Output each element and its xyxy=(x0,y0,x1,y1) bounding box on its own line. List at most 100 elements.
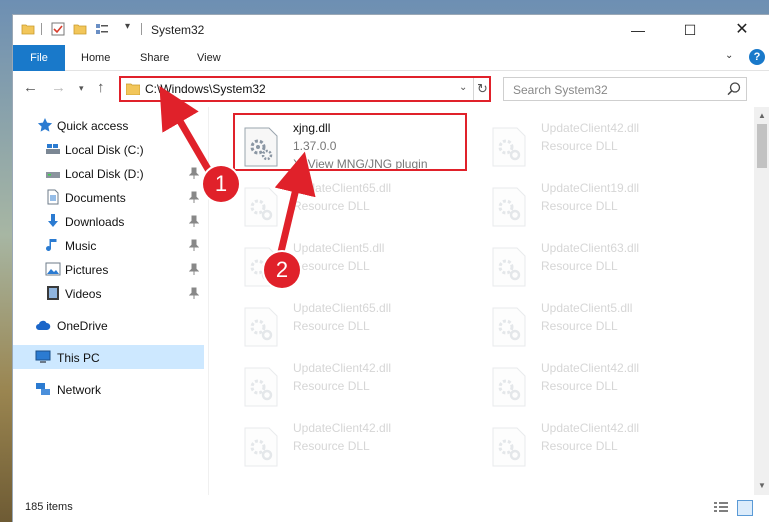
file-tile[interactable]: UpdateClient65.dll Resource DLL xyxy=(235,295,465,355)
file-type: Resource DLL xyxy=(541,379,618,393)
sidebar-item-network[interactable]: Network xyxy=(13,377,204,401)
file-tile[interactable]: UpdateClient42.dll Resource DLL xyxy=(235,415,465,475)
toolbar-separator xyxy=(41,23,42,35)
ribbon-tabs: File Home Share View ⌄ ? xyxy=(13,45,769,71)
properties-icon[interactable] xyxy=(95,22,109,36)
sidebar-item-label: Documents xyxy=(65,191,126,205)
pin-icon[interactable] xyxy=(189,167,199,179)
dll-gear-icon xyxy=(244,187,278,227)
up-arrow-icon[interactable]: ↑ xyxy=(97,79,105,96)
file-tile[interactable]: UpdateClient5.dll Resource DLL xyxy=(483,295,713,355)
close-button[interactable]: ✕ xyxy=(719,15,765,45)
tab-view[interactable]: View xyxy=(197,45,221,71)
minimize-button[interactable]: — xyxy=(615,15,661,45)
details-view-icon[interactable] xyxy=(713,501,729,515)
file-tile[interactable]: UpdateClient65.dll Resource DLL xyxy=(235,175,465,235)
documents-icon xyxy=(47,189,59,205)
dll-gear-icon xyxy=(492,127,526,167)
sidebar-item-label: This PC xyxy=(57,351,100,365)
network-icon xyxy=(36,383,50,395)
sidebar-item-label: Local Disk (C:) xyxy=(65,143,144,157)
sidebar-item-local-disk-c[interactable]: Local Disk (C:) xyxy=(13,137,204,161)
tab-home[interactable]: Home xyxy=(81,45,110,71)
address-dropdown-icon[interactable]: ⌄ xyxy=(459,82,467,93)
sidebar-item-label: Quick access xyxy=(57,119,129,133)
pin-icon[interactable] xyxy=(189,191,199,203)
forward-arrow-icon[interactable]: → xyxy=(51,79,66,96)
file-type: Resource DLL xyxy=(541,139,618,153)
file-type: Resource DLL xyxy=(541,319,618,333)
search-icon[interactable] xyxy=(726,81,742,97)
file-name: UpdateClient42.dll xyxy=(541,361,640,375)
step-1-badge: 1 xyxy=(203,166,239,202)
sidebar-item-label: Pictures xyxy=(65,263,109,277)
status-bar: 185 items xyxy=(13,495,769,522)
sidebar-item-documents[interactable]: Documents xyxy=(13,185,204,209)
toolbar-separator xyxy=(141,23,142,35)
star-icon xyxy=(37,118,53,132)
address-path[interactable]: C:\Windows\System32 xyxy=(145,82,266,96)
sidebar-item-downloads[interactable]: Downloads xyxy=(13,209,204,233)
refresh-icon[interactable]: ↻ xyxy=(473,78,491,100)
tiles-view-icon[interactable] xyxy=(737,500,753,516)
sidebar-item-label: Videos xyxy=(65,287,102,301)
file-type: Resource DLL xyxy=(293,379,370,393)
customize-quick-access-icon[interactable]: ▾ xyxy=(125,21,130,32)
search-input[interactable]: Search System32 xyxy=(513,83,608,97)
folder-icon xyxy=(21,24,35,35)
sidebar-item-this-pc[interactable]: This PC xyxy=(13,345,204,369)
sidebar-item-music[interactable]: Music xyxy=(13,233,204,257)
dll-gear-icon xyxy=(492,427,526,467)
vertical-scrollbar[interactable]: ▲ ▼ xyxy=(754,107,769,495)
window-title: System32 xyxy=(151,23,205,37)
properties-check-icon[interactable] xyxy=(51,22,65,36)
sidebar-item-pictures[interactable]: Pictures xyxy=(13,257,204,281)
tab-file[interactable]: File xyxy=(13,45,65,71)
maximize-button[interactable]: ☐ xyxy=(667,15,713,45)
file-type: Resource DLL xyxy=(541,439,618,453)
new-folder-icon[interactable] xyxy=(73,22,87,36)
search-box[interactable]: Search System32 xyxy=(503,77,747,101)
file-tile[interactable]: UpdateClient42.dll Resource DLL xyxy=(483,355,713,415)
file-name: UpdateClient63.dll xyxy=(541,241,640,255)
file-name: UpdateClient65.dll xyxy=(293,181,392,195)
file-tile[interactable]: UpdateClient42.dll Resource DLL xyxy=(483,415,713,475)
scroll-down-icon[interactable]: ▼ xyxy=(758,481,766,490)
pin-icon[interactable] xyxy=(189,287,199,299)
help-icon[interactable]: ? xyxy=(749,49,765,65)
scroll-up-icon[interactable]: ▲ xyxy=(758,111,766,120)
file-name: UpdateClient42.dll xyxy=(293,421,392,435)
back-arrow-icon[interactable]: ← xyxy=(23,79,38,96)
sidebar-item-onedrive[interactable]: OneDrive xyxy=(13,313,204,337)
file-name: UpdateClient42.dll xyxy=(293,361,392,375)
dll-gear-icon xyxy=(244,367,278,407)
sidebar-item-quick-access[interactable]: Quick access xyxy=(13,113,204,137)
pin-icon[interactable] xyxy=(189,263,199,275)
scroll-thumb[interactable] xyxy=(757,124,767,168)
file-tile[interactable]: UpdateClient19.dll Resource DLL xyxy=(483,175,713,235)
sidebar-item-local-disk-d[interactable]: Local Disk (D:) xyxy=(13,161,204,185)
sidebar-item-videos[interactable]: Videos xyxy=(13,281,204,305)
dll-gear-icon xyxy=(492,187,526,227)
step-2-badge: 2 xyxy=(264,252,300,288)
pin-icon[interactable] xyxy=(189,215,199,227)
file-name: UpdateClient19.dll xyxy=(541,181,640,195)
expand-ribbon-icon[interactable]: ⌄ xyxy=(725,50,733,61)
title-bar: ▾ System32 — ☐ ✕ xyxy=(13,15,769,45)
dll-gear-icon xyxy=(492,367,526,407)
pc-icon xyxy=(35,350,51,363)
file-type: Resource DLL xyxy=(293,319,370,333)
file-tile[interactable]: UpdateClient42.dll Resource DLL xyxy=(235,355,465,415)
recent-locations-icon[interactable]: ▾ xyxy=(79,83,84,94)
tab-share[interactable]: Share xyxy=(140,45,169,71)
sidebar-item-label: Music xyxy=(65,239,97,253)
dll-gear-icon xyxy=(492,247,526,287)
navigation-pane: Quick access Local Disk (C:) Local Disk … xyxy=(13,107,208,495)
sidebar-item-label: Network xyxy=(57,383,102,397)
file-tile[interactable]: UpdateClient63.dll Resource DLL xyxy=(483,235,713,295)
videos-icon xyxy=(47,286,59,300)
file-tile[interactable]: UpdateClient42.dll Resource DLL xyxy=(483,115,713,175)
file-name: UpdateClient5.dll xyxy=(293,241,385,255)
pin-icon[interactable] xyxy=(189,239,199,251)
address-bar[interactable]: C:\Windows\System32 ⌄ ↻ xyxy=(119,76,491,102)
